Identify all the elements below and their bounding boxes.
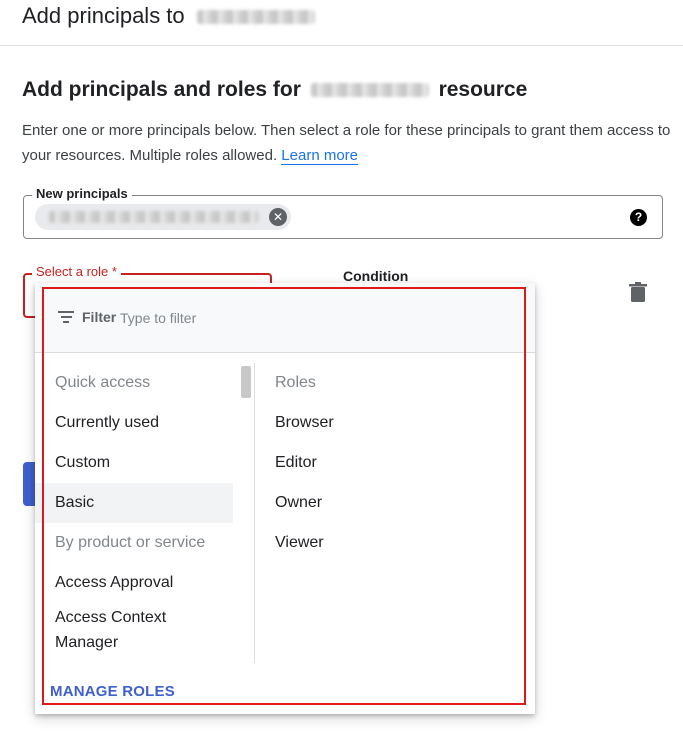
option-basic[interactable]: Basic bbox=[35, 483, 233, 523]
category-list: Quick access Currently used Custom Basic… bbox=[35, 363, 245, 655]
new-principals-field[interactable]: New principals ✕ ? bbox=[23, 186, 663, 239]
redacted-project-name bbox=[196, 10, 315, 25]
new-principals-label: New principals bbox=[32, 186, 132, 201]
option-custom[interactable]: Custom bbox=[35, 443, 245, 483]
section-title: Add principals and roles for resource bbox=[22, 78, 527, 102]
redacted-resource-name bbox=[310, 83, 429, 98]
filter-bar: Filter bbox=[35, 283, 535, 353]
filter-label: Filter bbox=[82, 309, 117, 325]
category-roles: Roles bbox=[275, 374, 316, 391]
principal-chip[interactable]: ✕ bbox=[35, 204, 291, 230]
learn-more-link[interactable]: Learn more bbox=[281, 147, 359, 165]
role-owner[interactable]: Owner bbox=[255, 483, 515, 523]
category-by-product: By product or service bbox=[55, 534, 206, 551]
section-title-prefix: Add principals and roles for bbox=[22, 78, 301, 101]
role-list: Roles Browser Editor Owner Viewer bbox=[255, 363, 515, 563]
page-title: Add principals to bbox=[22, 3, 315, 29]
select-role-label: Select a role * bbox=[32, 264, 121, 279]
scrollbar-thumb[interactable] bbox=[241, 366, 251, 398]
close-icon[interactable]: ✕ bbox=[269, 208, 287, 226]
option-access-context-manager[interactable]: Access Context Manager bbox=[35, 603, 215, 655]
category-quick-access: Quick access bbox=[55, 374, 151, 391]
condition-label: Condition bbox=[343, 268, 409, 284]
role-editor[interactable]: Editor bbox=[255, 443, 515, 483]
role-viewer[interactable]: Viewer bbox=[255, 523, 515, 563]
help-icon[interactable]: ? bbox=[630, 209, 647, 226]
option-access-approval[interactable]: Access Approval bbox=[35, 563, 245, 603]
manage-roles-button[interactable]: MANAGE ROLES bbox=[50, 683, 175, 700]
trash-icon[interactable] bbox=[629, 282, 647, 302]
option-currently-used[interactable]: Currently used bbox=[35, 403, 245, 443]
role-browser[interactable]: Browser bbox=[255, 403, 515, 443]
header-divider bbox=[0, 45, 683, 46]
page-title-text: Add principals to bbox=[22, 3, 185, 28]
role-dropdown: Filter Quick access Currently used Custo… bbox=[35, 283, 535, 714]
redacted-principal-email bbox=[49, 211, 259, 223]
filter-input[interactable] bbox=[120, 307, 420, 329]
section-title-suffix: resource bbox=[438, 78, 528, 101]
section-description: Enter one or more principals below. Then… bbox=[22, 118, 672, 168]
filter-icon bbox=[58, 311, 74, 323]
